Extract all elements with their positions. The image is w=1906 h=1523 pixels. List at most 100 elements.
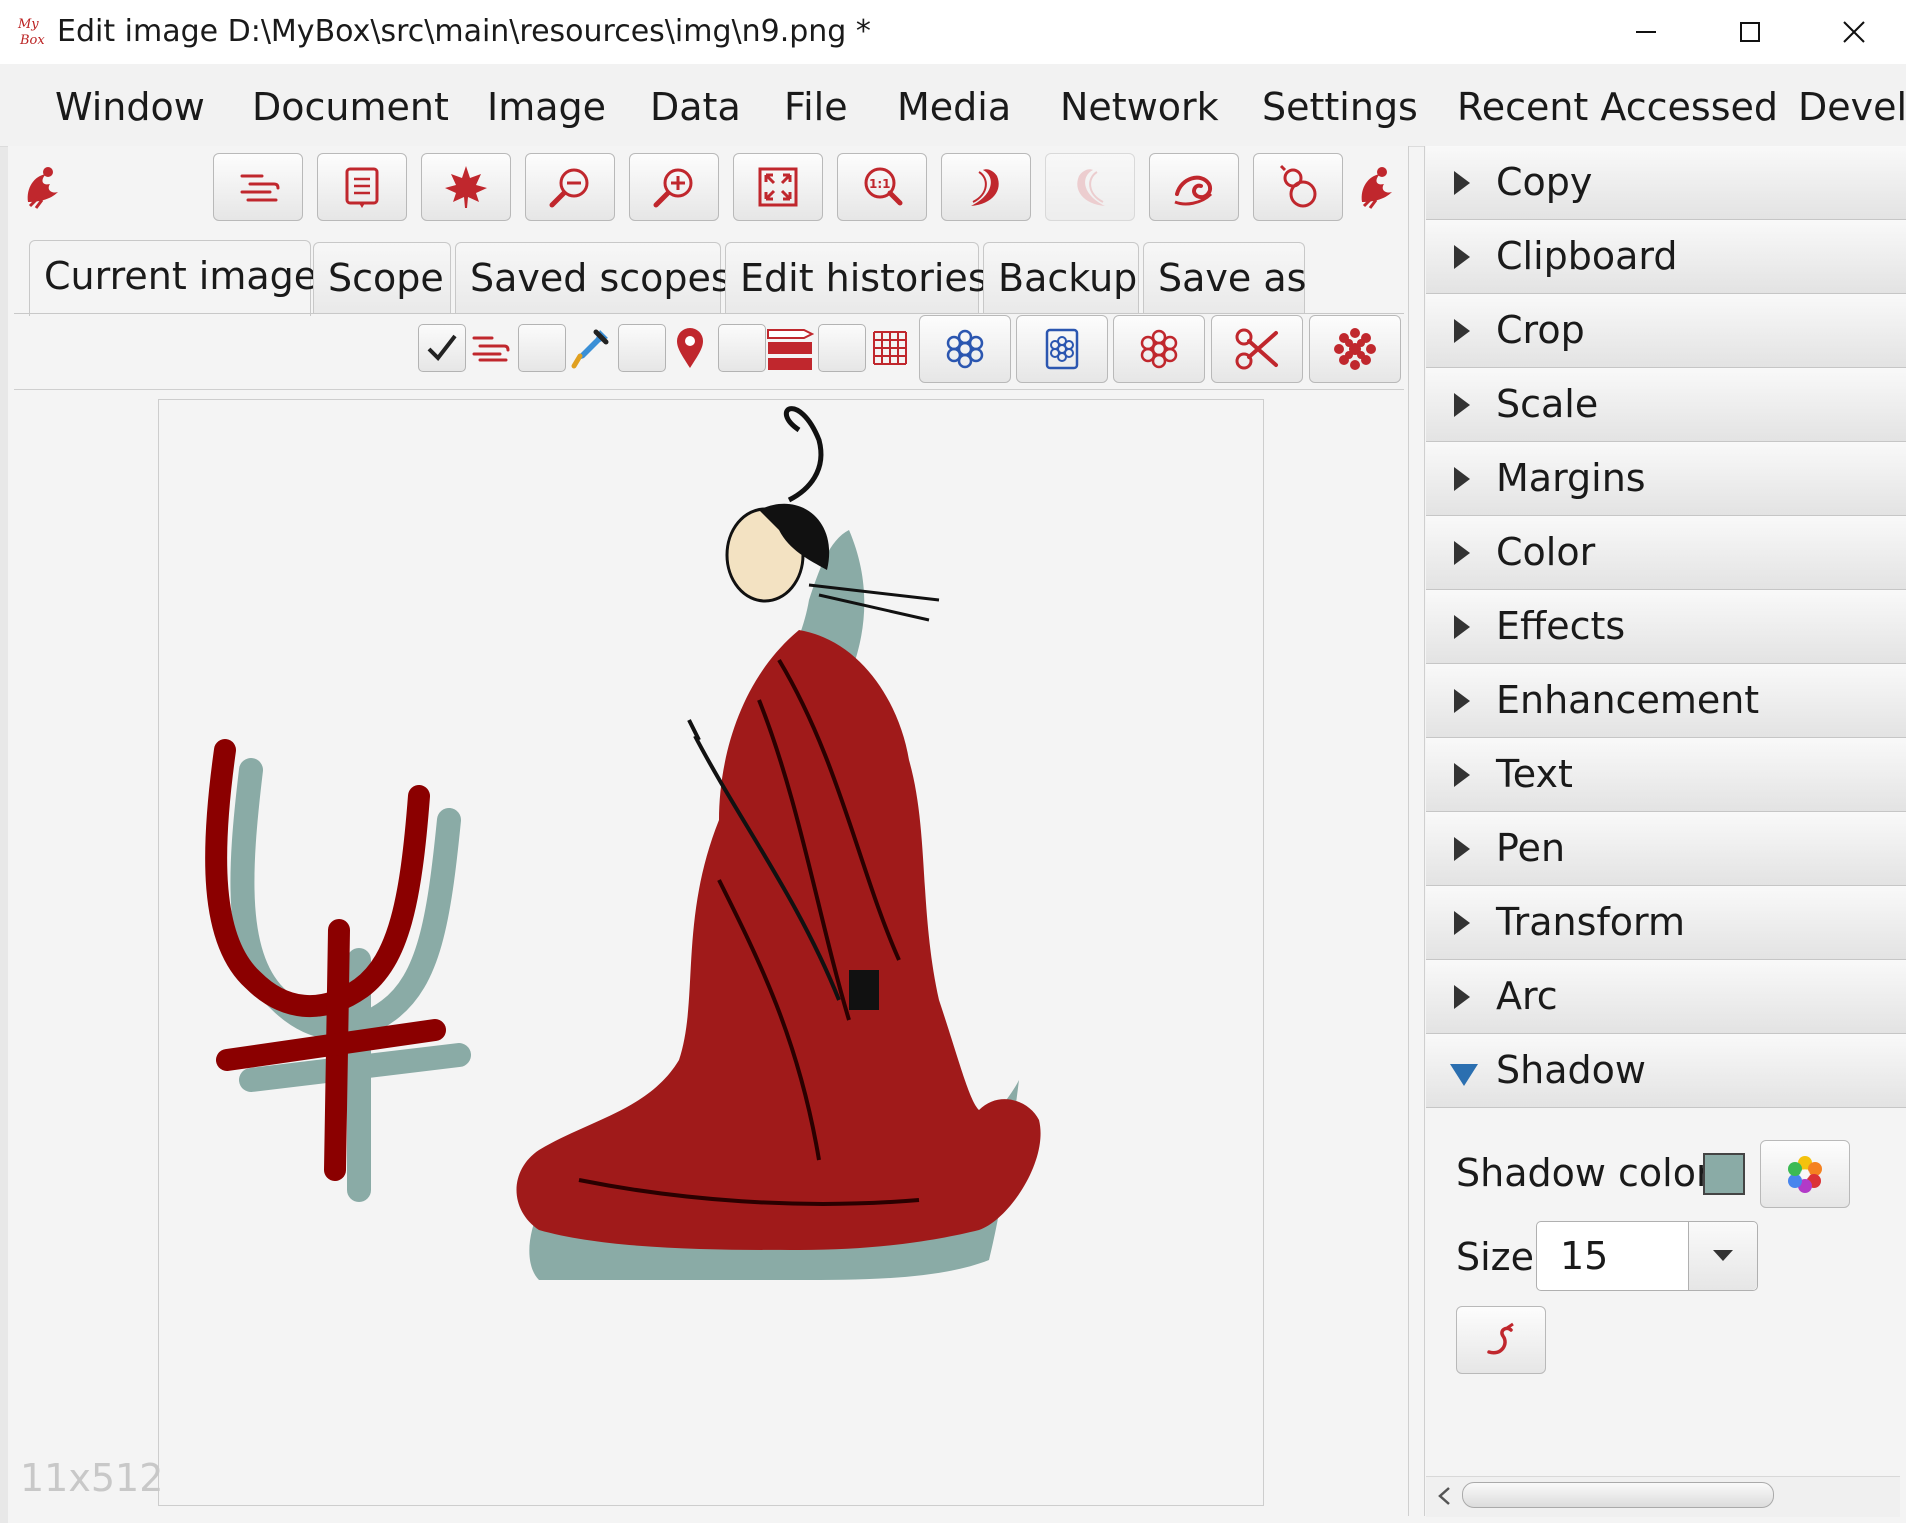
show-menu-checkbox[interactable]: [418, 324, 466, 372]
svg-text:1:1: 1:1: [869, 177, 891, 191]
section-shadow[interactable]: Shadow: [1426, 1034, 1906, 1108]
scroll-left-icon[interactable]: [1432, 1484, 1456, 1508]
menu-document[interactable]: Document: [252, 82, 449, 132]
color-palette-button[interactable]: [1760, 1140, 1850, 1208]
image-canvas[interactable]: [158, 399, 1264, 1506]
apply-shadow-button[interactable]: [1456, 1306, 1546, 1374]
section-color[interactable]: Color: [1426, 516, 1906, 590]
fit-screen-button[interactable]: [733, 153, 823, 221]
section-scale[interactable]: Scale: [1426, 368, 1906, 442]
color-bar-checkbox[interactable]: [718, 324, 766, 372]
size-label: Size: [1456, 1235, 1535, 1279]
expand-arrow-icon: [1454, 911, 1470, 935]
edited-image: [205, 406, 1041, 1280]
chevron-down-icon: [1713, 1250, 1733, 1261]
fit-screen-icon: [758, 167, 798, 207]
flower-cluster-button[interactable]: [1113, 315, 1205, 383]
tab-save-as[interactable]: Save as: [1143, 242, 1306, 314]
zoom-in-icon: [653, 168, 693, 208]
svg-text:My: My: [17, 17, 39, 32]
menu-media[interactable]: Media: [897, 82, 1011, 132]
section-copy[interactable]: Copy: [1426, 146, 1906, 220]
chrysanthemum-icon: [1334, 328, 1376, 370]
tab-edit-histories[interactable]: Edit histories: [725, 242, 988, 314]
menu-data[interactable]: Data: [650, 82, 741, 132]
section-text[interactable]: Text: [1426, 738, 1906, 812]
chrysanthemum-button[interactable]: [1309, 315, 1401, 383]
grid-checkbox[interactable]: [818, 324, 866, 372]
actual-size-button[interactable]: 1:1: [837, 153, 927, 221]
redo-button[interactable]: [1045, 153, 1135, 221]
swirl-button[interactable]: [1149, 153, 1239, 221]
menu-developer[interactable]: Develo: [1798, 82, 1906, 132]
pick-color-checkbox[interactable]: [518, 324, 566, 372]
expand-arrow-icon: [1454, 837, 1470, 861]
expand-arrow-icon: [1454, 245, 1470, 269]
expand-arrow-icon: [1454, 393, 1470, 417]
minimize-button[interactable]: [1594, 0, 1698, 64]
scrollbar-thumb[interactable]: [1462, 1482, 1774, 1508]
palette-flower-icon: [1788, 1156, 1822, 1193]
gourd-icon: [1279, 164, 1317, 208]
menu-lines-icon: [240, 174, 280, 202]
section-arc[interactable]: Arc: [1426, 960, 1906, 1034]
undo-button[interactable]: [941, 153, 1031, 221]
flower-cluster-icon: [1140, 329, 1178, 369]
color-bar-icon: [766, 324, 814, 372]
section-margins[interactable]: Margins: [1426, 442, 1906, 516]
expand-arrow-icon: [1454, 615, 1470, 639]
flower-outline-icon: [946, 329, 984, 369]
phoenix-right-icon: [1354, 162, 1398, 212]
flower-outline-button[interactable]: [919, 315, 1011, 383]
tab-current-image[interactable]: Current image: [29, 240, 317, 316]
section-clipboard[interactable]: Clipboard: [1426, 220, 1906, 294]
grid-icon: [866, 324, 914, 372]
section-pen[interactable]: Pen: [1426, 812, 1906, 886]
image-dimensions-label: 11x512: [20, 1456, 164, 1500]
section-crop[interactable]: Crop: [1426, 294, 1906, 368]
menu-recent-accessed[interactable]: Recent Accessed: [1457, 82, 1778, 132]
location-checkbox[interactable]: [618, 324, 666, 372]
zoom-out-button[interactable]: [525, 153, 615, 221]
shadow-color-swatch[interactable]: [1703, 1153, 1745, 1195]
section-enhancement[interactable]: Enhancement: [1426, 664, 1906, 738]
actual-size-icon: 1:1: [864, 167, 903, 206]
undo-curve-icon: [971, 169, 999, 206]
maple-leaf-button[interactable]: [421, 153, 511, 221]
flower-square-button[interactable]: [1016, 315, 1108, 383]
section-transform[interactable]: Transform: [1426, 886, 1906, 960]
checkmark-icon: [427, 334, 457, 362]
redo-curve-icon: [1077, 169, 1105, 206]
menu-image[interactable]: Image: [487, 82, 606, 132]
svg-text:Box: Box: [19, 33, 45, 48]
section-effects[interactable]: Effects: [1426, 590, 1906, 664]
gourd-button[interactable]: [1253, 153, 1343, 221]
menu-window[interactable]: Window: [55, 82, 205, 132]
swirl-icon: [1174, 175, 1213, 206]
tab-scope[interactable]: Scope: [313, 242, 451, 314]
size-value[interactable]: 15: [1560, 1233, 1608, 1279]
app-logo-icon: My Box: [16, 14, 50, 50]
tab-backup[interactable]: Backup: [983, 242, 1139, 314]
maximize-button[interactable]: [1698, 0, 1802, 64]
menu-file[interactable]: File: [784, 82, 848, 132]
maple-leaf-icon: [445, 166, 487, 208]
menu-network[interactable]: Network: [1060, 82, 1219, 132]
tab-saved-scopes[interactable]: Saved scopes: [455, 242, 731, 314]
menu-settings[interactable]: Settings: [1262, 82, 1418, 132]
expand-arrow-icon: [1454, 763, 1470, 787]
collapse-arrow-icon: [1450, 1064, 1478, 1086]
zoom-out-icon: [549, 168, 589, 208]
notes-button[interactable]: [317, 153, 407, 221]
close-button[interactable]: [1802, 0, 1906, 64]
location-pin-icon: [666, 324, 714, 372]
scissors-button[interactable]: [1211, 315, 1303, 383]
size-dropdown-button[interactable]: [1688, 1222, 1757, 1290]
shadow-color-label: Shadow color: [1456, 1151, 1712, 1195]
zoom-in-button[interactable]: [629, 153, 719, 221]
menu-lines-button[interactable]: [213, 153, 303, 221]
tab-divider: [14, 313, 1404, 314]
notes-icon: [345, 167, 379, 208]
expand-arrow-icon: [1454, 319, 1470, 343]
window-title: Edit image D:\MyBox\src\main\resources\i…: [57, 14, 871, 49]
